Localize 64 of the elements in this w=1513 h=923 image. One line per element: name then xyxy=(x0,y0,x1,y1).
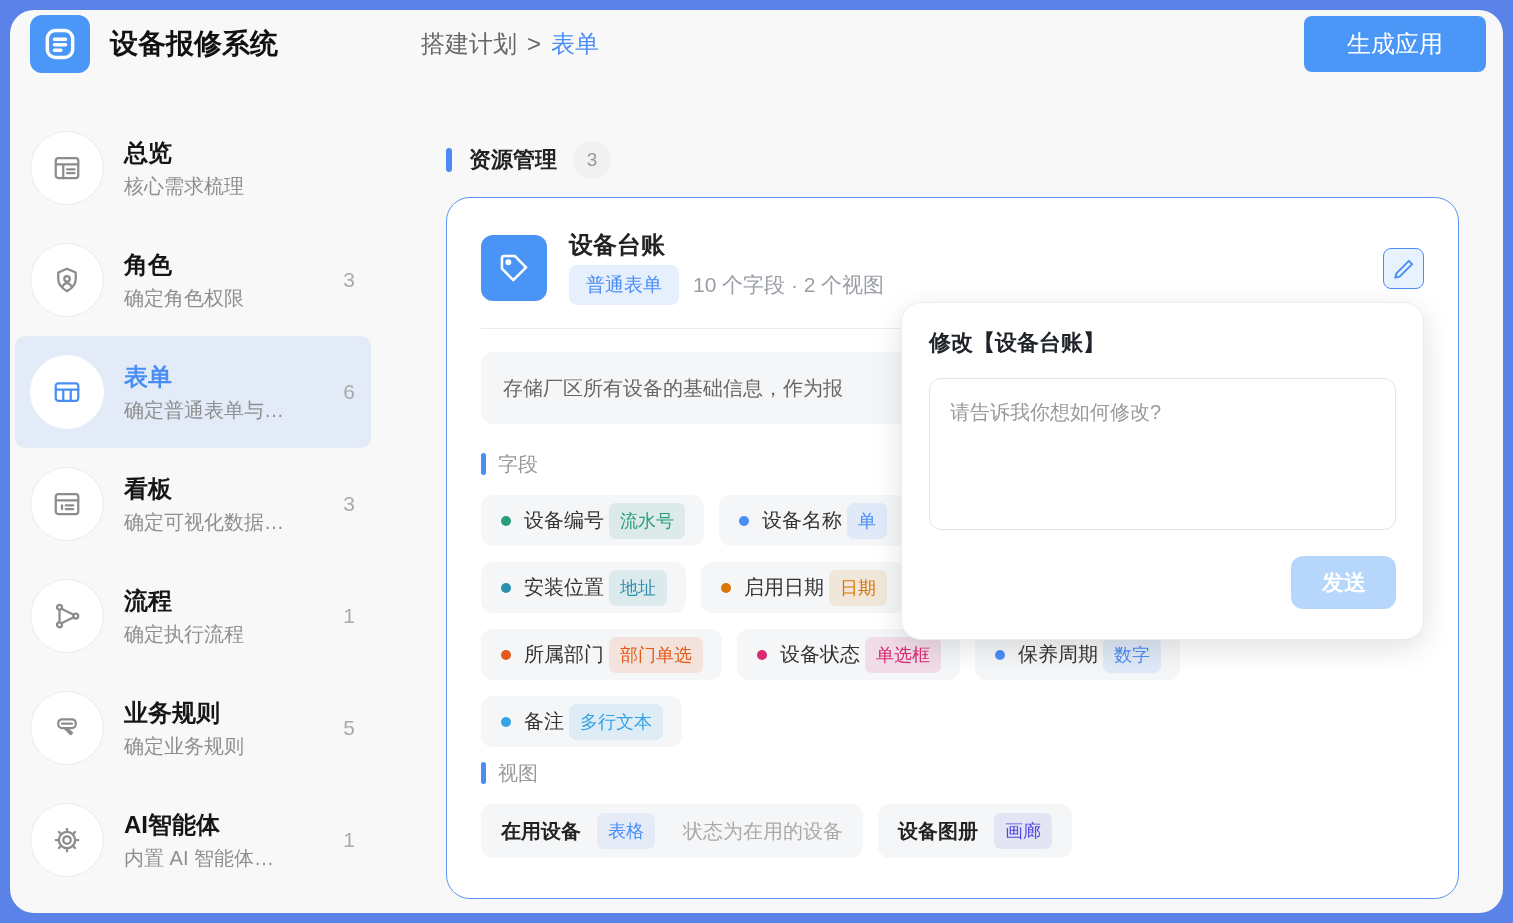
breadcrumb-separator: > xyxy=(527,30,541,58)
sidebar-item-subtitle: 确定可视化数据… xyxy=(124,509,285,535)
item-count: 3 xyxy=(342,268,356,292)
sidebar-item-title: 看板 xyxy=(124,473,173,504)
field-name: 保养周期 xyxy=(1018,642,1098,667)
sidebar-item-title: 业务规则 xyxy=(124,697,221,728)
card-title: 设备台账 xyxy=(569,231,666,259)
sidebar-item[interactable]: AI智能体 内置 AI 智能体… 1 xyxy=(15,784,371,896)
views-label: 视图 xyxy=(498,760,538,786)
field-name: 备注 xyxy=(524,709,564,734)
form-type-tag: 普通表单 xyxy=(569,265,679,305)
app-title: 设备报修系统 xyxy=(110,27,278,61)
sidebar-item[interactable]: 流程 确定执行流程 1 xyxy=(15,560,371,672)
sidebar-item-title: 角色 xyxy=(124,249,173,280)
view-type-tag: 画廊 xyxy=(994,813,1052,849)
edit-button[interactable] xyxy=(1383,248,1424,289)
view-type-tag: 表格 xyxy=(597,813,655,849)
view-description: 状态为在用的设备 xyxy=(683,818,843,844)
field-type-tag: 单选框 xyxy=(865,636,941,673)
view-chip[interactable]: 在用设备 表格 状态为在用的设备 xyxy=(481,804,863,858)
sidebar-item-subtitle: 确定执行流程 xyxy=(124,621,245,647)
section-count: 3 xyxy=(573,141,611,179)
accent-bar xyxy=(481,762,486,784)
sidebar-item[interactable]: 业务规则 确定业务规则 5 xyxy=(15,672,371,784)
sidebar-item[interactable]: 角色 确定角色权限 3 xyxy=(15,224,371,336)
sidebar-item-title: 表单 xyxy=(124,361,173,392)
item-count: 1 xyxy=(342,828,356,852)
field-name: 安装位置 xyxy=(524,575,604,600)
sidebar-item-subtitle: 确定业务规则 xyxy=(124,733,245,759)
view-name: 设备图册 xyxy=(898,818,978,844)
sidebar-item-title: AI智能体 xyxy=(124,809,221,840)
sidebar-item-subtitle: 核心需求梳理 xyxy=(124,173,245,199)
gear-icon xyxy=(52,825,82,855)
view-chip[interactable]: 设备图册 画廊 xyxy=(878,804,1072,858)
item-count: 5 xyxy=(342,716,356,740)
field-name: 设备状态 xyxy=(780,642,860,667)
sidebar-item-subtitle: 确定普通表单与… xyxy=(124,397,285,423)
sidebar-item-subtitle: 确定角色权限 xyxy=(124,285,245,311)
item-count: 1 xyxy=(342,604,356,628)
fields-label: 字段 xyxy=(498,451,538,477)
sidebar-item-title: 总览 xyxy=(124,137,173,168)
field-type-tag: 流水号 xyxy=(609,502,685,539)
popover-title: 修改【设备台账】 xyxy=(929,331,1106,355)
field-type-tag: 日期 xyxy=(829,569,887,606)
field-name: 设备名称 xyxy=(762,508,842,533)
sidebar-item-subtitle: 内置 AI 智能体… xyxy=(124,845,275,871)
field-type-tag: 多行文本 xyxy=(569,703,663,740)
field-type-tag: 部门单选 xyxy=(609,636,703,673)
item-count: 3 xyxy=(342,492,356,516)
field-type-tag: 单 xyxy=(847,502,887,539)
field-name: 设备编号 xyxy=(524,508,604,533)
sidebar-item-title: 流程 xyxy=(124,585,173,616)
accent-bar xyxy=(481,453,486,475)
item-count: 6 xyxy=(342,380,356,404)
section-title: 资源管理 xyxy=(469,146,557,174)
card-meta: 10 个字段 · 2 个视图 xyxy=(693,272,885,298)
view-name: 在用设备 xyxy=(501,818,581,844)
accent-bar xyxy=(446,148,452,172)
breadcrumb-link[interactable]: 搭建计划 xyxy=(421,28,517,60)
sidebar-item[interactable]: 看板 确定可视化数据… 3 xyxy=(15,448,371,560)
field-name: 启用日期 xyxy=(744,575,824,600)
field-type-tag: 地址 xyxy=(609,569,667,606)
field-name: 所属部门 xyxy=(524,642,604,667)
sidebar-item[interactable]: 总览 核心需求梳理 xyxy=(15,112,371,224)
